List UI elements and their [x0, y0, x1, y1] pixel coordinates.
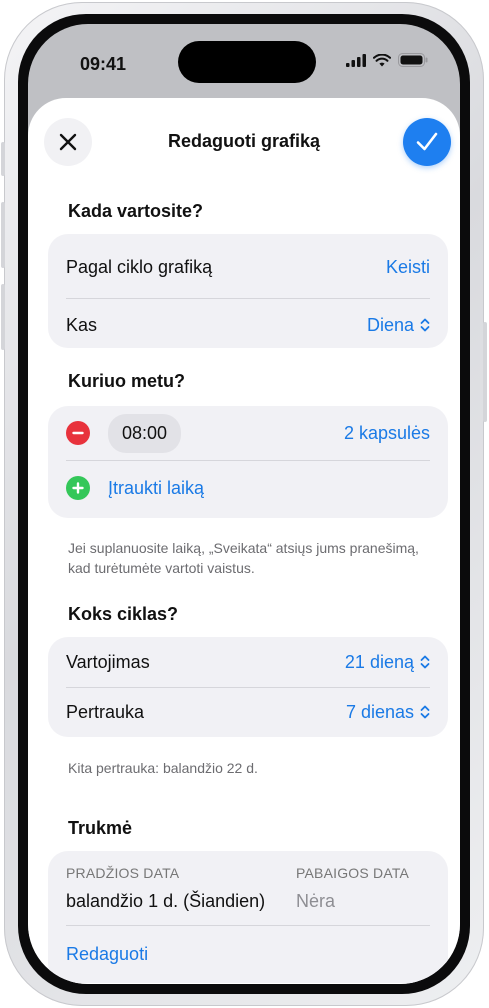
break-value: 7 dienas	[345, 701, 414, 722]
cycle-card: Vartojimas 21 dieną Pertrauka 7 dienas	[48, 637, 448, 737]
remove-time-button[interactable]	[66, 421, 90, 445]
checkmark-icon	[416, 132, 438, 151]
intake-value: 21 dieną	[344, 651, 414, 672]
duration-card: PRADŽIOS DATA balandžio 1 d. (Šiandien) …	[48, 851, 448, 983]
power-button	[483, 322, 487, 422]
dynamic-island	[178, 41, 316, 83]
battery-icon	[398, 53, 428, 67]
change-button[interactable]: Keisti	[386, 257, 430, 278]
status-time: 09:41	[80, 54, 127, 74]
start-date-block[interactable]: PRADŽIOS DATA balandžio 1 d. (Šiandien)	[66, 865, 265, 912]
time-picker[interactable]: 08:00	[108, 413, 182, 453]
screen: 09:41 Redaguoti grafiką Kada vartosite? …	[28, 24, 460, 984]
volume-down-button	[1, 284, 5, 350]
edit-schedule-sheet: Redaguoti grafiką Kada vartosite? Pagal …	[28, 98, 460, 984]
wifi-icon	[373, 53, 391, 66]
frequency-label: Kas	[66, 314, 98, 335]
end-date-block[interactable]: PABAIGOS DATA Nėra	[296, 865, 409, 912]
dose-button[interactable]: 2 kapsulės	[344, 423, 430, 444]
chevron-up-down-icon	[420, 705, 430, 719]
edit-duration-button[interactable]: Redaguoti	[66, 944, 148, 965]
phone-bezel: 09:41 Redaguoti grafiką Kada vartosite? …	[18, 14, 470, 994]
status-icons	[346, 53, 428, 67]
start-date-value: balandžio 1 d. (Šiandien)	[66, 891, 266, 911]
time-section-header: Kuriuo metu?	[68, 371, 185, 391]
divider	[66, 687, 430, 688]
cellular-signal-icon	[346, 53, 366, 67]
action-button	[1, 142, 5, 176]
edit-duration-row[interactable]: Redaguoti	[66, 939, 430, 969]
phone-frame: 09:41 Redaguoti grafiką Kada vartosite? …	[1, 2, 487, 1006]
start-date-label: PRADŽIOS DATA	[66, 865, 180, 881]
duration-section-header: Trukmė	[68, 818, 133, 838]
intake-label: Vartojimas	[66, 651, 150, 672]
when-card: Pagal ciklo grafiką Keisti Kas Diena	[48, 234, 448, 348]
when-section-header: Kada vartosite?	[68, 201, 204, 221]
divider	[66, 460, 430, 461]
intake-selector[interactable]: 21 dieną	[345, 652, 430, 673]
cycle-section-header: Koks ciklas?	[68, 604, 179, 624]
sheet-title: Redaguoti grafiką	[167, 131, 321, 151]
break-label: Pertrauka	[66, 701, 145, 722]
volume-up-button	[1, 202, 5, 268]
end-date-value: Nėra	[296, 891, 336, 911]
next-break-footnote: Kita pertrauka: balandžio 22 d.	[68, 760, 258, 776]
status-bar: 09:41	[28, 24, 460, 84]
cycle-schedule-label: Pagal ciklo grafiką	[66, 256, 213, 277]
end-date-label: PABAIGOS DATA	[296, 865, 410, 881]
chevron-up-down-icon	[420, 318, 430, 332]
plus-icon	[72, 482, 84, 494]
frequency-row[interactable]: Kas Diena	[66, 310, 430, 340]
chevron-up-down-icon	[420, 655, 430, 669]
add-time-icon	[66, 476, 90, 500]
frequency-value: Diena	[366, 314, 414, 335]
add-time-row[interactable]: Įtraukti laiką	[66, 470, 430, 506]
frequency-selector[interactable]: Diena	[367, 315, 430, 336]
minus-icon	[72, 431, 84, 435]
intake-row[interactable]: Vartojimas 21 dieną	[66, 647, 430, 677]
break-selector[interactable]: 7 dienas	[346, 702, 430, 723]
divider	[66, 298, 430, 299]
cycle-schedule-row[interactable]: Pagal ciklo grafiką Keisti	[66, 252, 430, 282]
add-time-button[interactable]: Įtraukti laiką	[108, 478, 204, 499]
time-row: 08:00 2 kapsulės	[66, 412, 430, 454]
break-row[interactable]: Pertrauka 7 dienas	[66, 697, 430, 727]
time-card: 08:00 2 kapsulės Įtraukti laiką	[48, 406, 448, 518]
confirm-button[interactable]	[403, 118, 451, 166]
notification-footnote: Jei suplanuosite laiką, „Sveikata“ atsių…	[68, 540, 419, 576]
divider	[66, 925, 430, 926]
time-row-left: 08:00	[66, 413, 182, 453]
